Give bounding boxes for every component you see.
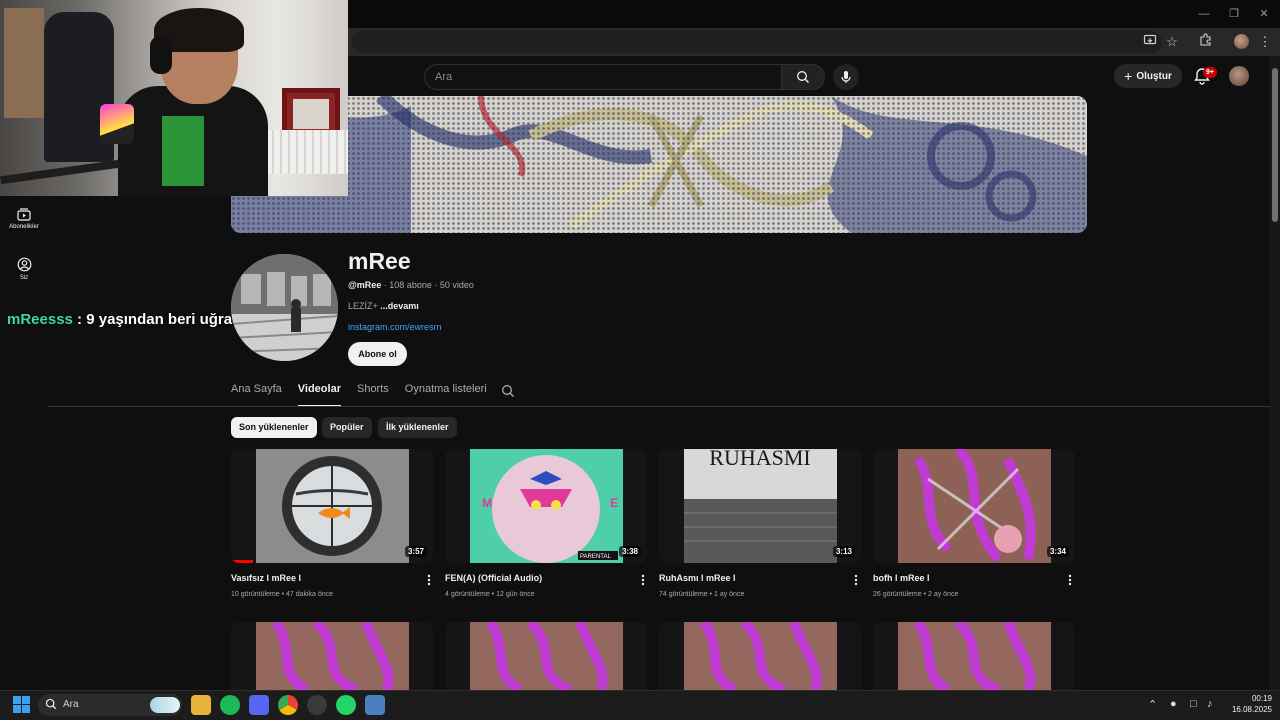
cast-icon[interactable] [1141, 33, 1159, 51]
video-title[interactable]: RuhAsmı l mRee l [659, 573, 736, 583]
plus-icon: + [1124, 68, 1133, 84]
channel-avatar[interactable] [231, 254, 338, 361]
app-icon[interactable] [365, 695, 385, 715]
scrollbar-thumb[interactable] [1272, 68, 1278, 222]
chip-latest[interactable]: Son yüklenenler [231, 417, 317, 438]
account-avatar[interactable] [1229, 66, 1249, 86]
browser-menu-icon[interactable]: ⋮ [1256, 33, 1274, 51]
video-duration: 3:34 [1046, 546, 1069, 557]
user-circle-icon [17, 257, 31, 272]
video-more-icon[interactable] [851, 573, 861, 587]
network-icon[interactable]: □ [1190, 698, 1197, 710]
browser-profile-avatar[interactable] [1234, 34, 1249, 49]
description-more-link[interactable]: ...devamı [380, 301, 419, 311]
thumbnail-title-text: RUHASMI [709, 449, 810, 470]
search-input[interactable] [424, 64, 782, 90]
screen: — ❐ ✕ ☆ ⋮ + Oluştur 9+ Abonelikler Siz [0, 0, 1280, 720]
close-icon[interactable]: ✕ [1254, 6, 1274, 22]
channel-description-text: LEZİZ+ [348, 301, 381, 311]
chip-popular[interactable]: Popüler [322, 417, 372, 438]
channel-search-icon[interactable] [501, 384, 515, 398]
svg-text:M: M [482, 496, 492, 510]
video-meta: 10 görüntüleme • 47 dakika önce [231, 591, 334, 598]
guide-item-you[interactable]: Siz [0, 257, 48, 281]
channel-stats: · 108 abone · 50 video [381, 280, 474, 290]
volume-icon[interactable]: ♪ [1207, 698, 1213, 710]
video-thumbnail[interactable] [659, 622, 861, 690]
tray-mic-icon[interactable]: ● [1170, 698, 1177, 710]
video-duration: 3:57 [404, 546, 427, 557]
voice-search-button[interactable] [833, 64, 859, 90]
tab-videos[interactable]: Videolar [297, 383, 341, 407]
channel-tabs: Ana Sayfa Videolar Shorts Oynatma listel… [231, 383, 487, 407]
chrome-icon[interactable] [278, 695, 298, 715]
channel-meta: @mRee · 108 abone · 50 video [348, 280, 474, 290]
overlay-username: mReesss [7, 311, 73, 328]
svg-text:E: E [610, 496, 618, 510]
create-button[interactable]: + Oluştur [1114, 64, 1182, 88]
clock-time: 00:19 [1251, 694, 1272, 703]
parental-advisory-label: PARENTAL [580, 554, 611, 560]
create-label: Oluştur [1136, 70, 1172, 82]
video-thumbnail[interactable]: 3:57 [231, 449, 433, 563]
subscribe-button[interactable]: Abone ol [348, 342, 407, 366]
tab-playlists[interactable]: Oynatma listeleri [405, 383, 487, 407]
video-title[interactable]: FEN(A) (Official Audio) [445, 573, 542, 583]
video-duration: 3:38 [618, 546, 641, 557]
video-thumbnail[interactable] [231, 622, 433, 690]
file-explorer-icon[interactable] [191, 695, 211, 715]
video-meta: 4 görüntüleme • 12 gün önce [445, 591, 535, 598]
video-thumbnail[interactable] [873, 622, 1075, 690]
windows-start-icon[interactable] [13, 696, 30, 713]
taskbar-search-icon [45, 698, 57, 710]
video-meta: 74 görüntüleme • 1 ay önce [659, 591, 745, 598]
clock-date: 16.08.2025 [1231, 705, 1272, 714]
taskbar-search-label: Ara [63, 699, 79, 710]
guide-label-you: Siz [19, 275, 29, 281]
channel-description[interactable]: LEZİZ+ ...devamı [348, 301, 419, 311]
video-meta: 26 görüntüleme • 2 ay önce [873, 591, 959, 598]
video-thumbnail[interactable]: M E PARENTAL 3:38 [445, 449, 647, 563]
guide-item-subscriptions[interactable]: Abonelikler [0, 208, 48, 230]
tabs-divider [48, 406, 1270, 407]
channel-handle: @mRee [348, 280, 382, 290]
video-more-icon[interactable] [424, 573, 434, 587]
video-duration: 3:13 [832, 546, 855, 557]
microphone-icon [841, 71, 851, 83]
whatsapp-icon[interactable] [336, 695, 356, 715]
discord-icon[interactable] [249, 695, 269, 715]
video-title[interactable]: bofh l mRee l [873, 573, 930, 583]
subscriptions-icon [17, 208, 31, 221]
channel-link[interactable]: instagram.com/ewresrn [348, 322, 442, 332]
video-thumbnail[interactable] [445, 622, 647, 690]
watch-progress-bar [231, 560, 253, 563]
search-button[interactable] [781, 64, 825, 90]
video-thumbnail[interactable]: RUHASMI 3:13 [659, 449, 861, 563]
video-more-icon[interactable] [638, 573, 648, 587]
extensions-icon[interactable] [1196, 33, 1214, 51]
notification-badge: 9+ [1203, 67, 1217, 78]
chip-oldest[interactable]: İlk yüklenenler [378, 417, 457, 438]
obs-icon[interactable] [307, 695, 327, 715]
video-thumbnail[interactable]: 3:34 [873, 449, 1075, 563]
search-highlight-image [150, 697, 180, 713]
video-title[interactable]: Vasıfsız l mRee l [231, 573, 301, 583]
taskbar-clock[interactable]: 00:19 16.08.2025 [1222, 693, 1272, 715]
spotify-icon[interactable] [220, 695, 240, 715]
search-icon [797, 71, 809, 83]
tab-shorts[interactable]: Shorts [357, 383, 389, 407]
restore-icon[interactable]: ❐ [1224, 6, 1244, 22]
channel-banner [231, 96, 1087, 233]
guide-label-subscriptions: Abonelikler [9, 224, 39, 230]
webcam-overlay [0, 0, 348, 196]
search-box [424, 64, 825, 90]
video-more-icon[interactable] [1065, 573, 1075, 587]
url-field[interactable] [352, 31, 1162, 53]
bookmark-star-icon[interactable]: ☆ [1163, 33, 1181, 51]
tab-home[interactable]: Ana Sayfa [231, 383, 282, 407]
channel-name: mRee [348, 248, 411, 274]
minimize-icon[interactable]: — [1194, 6, 1214, 22]
tray-chevron-icon[interactable]: ⌃ [1148, 698, 1157, 711]
